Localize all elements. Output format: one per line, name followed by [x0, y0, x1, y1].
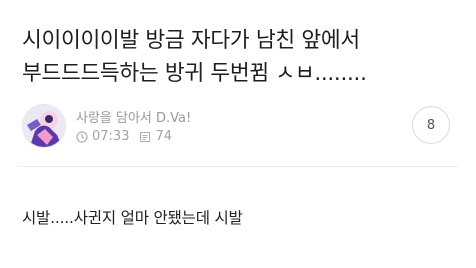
author-name[interactable]: 사랑을 담아서 D.Va!	[76, 107, 191, 126]
divider	[18, 166, 458, 167]
post-view: 시이이이이발 방금 자다가 남친 앞에서 부드드드득하는 방귀 두번뀜 ㅅㅂ..…	[0, 0, 476, 268]
views-icon	[140, 131, 151, 142]
avatar-image-icon	[23, 105, 65, 147]
post-title: 시이이이이발 방금 자다가 남친 앞에서 부드드드득하는 방귀 두번뀜 ㅅㅂ..…	[22, 28, 367, 86]
post-stats: 07:33 74	[76, 129, 172, 144]
view-count: 74	[155, 129, 173, 144]
post-time: 07:33	[92, 129, 130, 144]
clock-icon	[76, 130, 88, 143]
comment-count-button[interactable]: 8	[412, 106, 450, 144]
author-avatar[interactable]	[22, 104, 66, 148]
comment-count: 8	[426, 117, 436, 133]
post-meta: 사랑을 담아서 D.Va! 07:33 74 8	[18, 104, 458, 156]
post-body: 시발.....사귄지 얼마 안됐는데 시발	[22, 209, 243, 227]
